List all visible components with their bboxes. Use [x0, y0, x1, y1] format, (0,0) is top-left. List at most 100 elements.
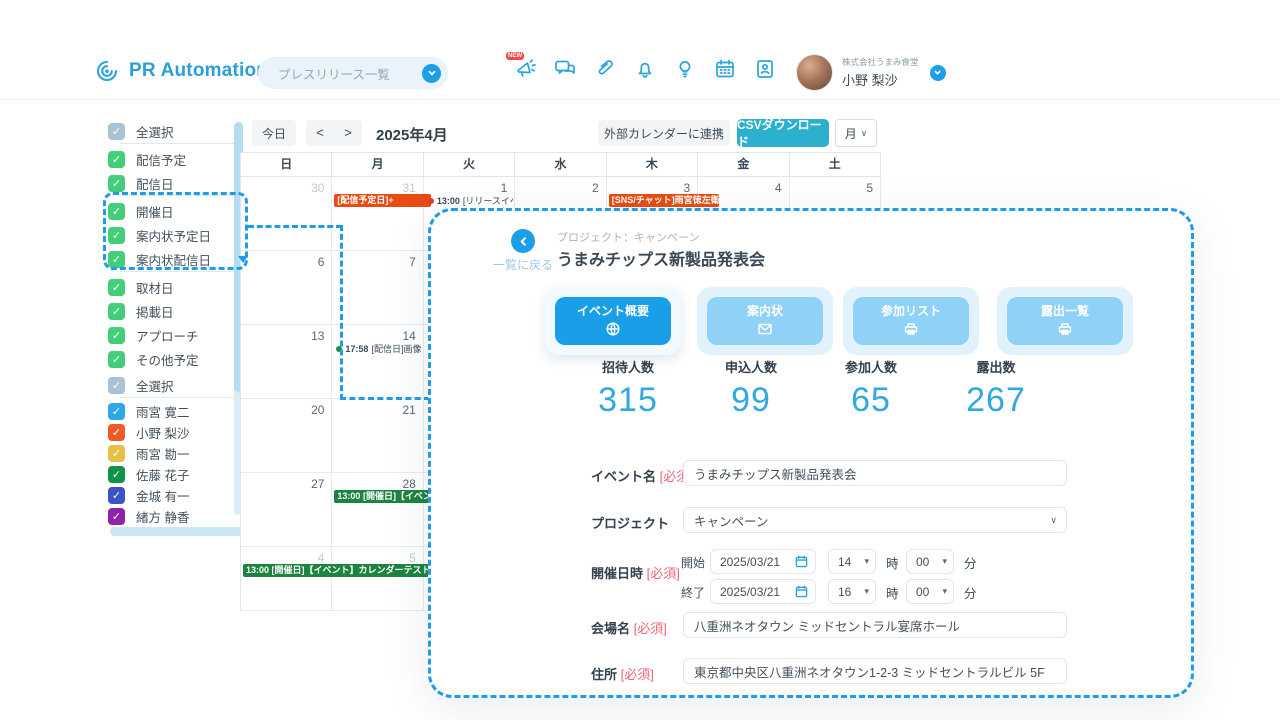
- sidebar-item-member[interactable]: ✓緒方 静香: [108, 507, 189, 526]
- checkbox-checked-icon[interactable]: ✓: [108, 466, 125, 483]
- contacts-icon[interactable]: [752, 56, 778, 82]
- start-date-input[interactable]: 2025/03/21: [710, 549, 816, 574]
- calendar-event-bar[interactable]: 13:00 [開催日]【イベント】カ: [334, 490, 430, 503]
- external-calendar-button[interactable]: 外部カレンダーに連携: [598, 120, 730, 146]
- sidebar-horizontal-scrollbar[interactable]: [110, 527, 243, 536]
- checkbox-checked-icon[interactable]: ✓: [108, 327, 125, 344]
- tab-3[interactable]: 参加リスト: [843, 287, 979, 355]
- tab-button[interactable]: 参加リスト: [853, 297, 969, 345]
- user-chevron-down-icon[interactable]: [930, 65, 946, 81]
- checkbox-checked-icon[interactable]: ✓: [108, 151, 125, 168]
- calendar-icon[interactable]: [712, 56, 738, 82]
- calendar-day-cell[interactable]: 5: [332, 547, 423, 611]
- end-minute-select[interactable]: 00▾: [906, 579, 954, 604]
- checkbox-checked-icon[interactable]: ✓: [108, 303, 125, 320]
- calendar-day-cell[interactable]: 27: [241, 473, 332, 547]
- end-hour-select[interactable]: 16▾: [828, 579, 876, 604]
- tab-button[interactable]: 案内状: [707, 297, 823, 345]
- event-detail-modal: 一覧に戻る プロジェクト：キャンペーン うまみチップス新製品発表会 イベント概要…: [428, 208, 1194, 698]
- sidebar-item-label: 配信日: [136, 174, 174, 193]
- sidebar-item-member[interactable]: ✓雨宮 寛二: [108, 402, 189, 421]
- address-label: 住所 [必須]: [591, 664, 654, 683]
- calendar-day-cell[interactable]: 413:00 [開催日]【イベント】カレンダーテスト: [241, 547, 332, 611]
- calendar-day-cell[interactable]: 20: [241, 399, 332, 473]
- sidebar-item-member[interactable]: ✓ 佐藤 花子: [108, 465, 189, 484]
- calendar-day-cell[interactable]: 31[配信予定日]+: [332, 177, 423, 251]
- calendar-event-bar[interactable]: [SNS/チャット]雨宮徳左衛門: [609, 194, 719, 207]
- checkbox-checked-icon[interactable]: ✓: [108, 123, 125, 140]
- calendar-event-dot[interactable]: 17:58[配信日]画像サイズテ: [336, 342, 421, 355]
- project-select[interactable]: キャンペーン ∨: [683, 507, 1067, 533]
- checkbox-checked-icon[interactable]: ✓: [108, 445, 125, 462]
- csv-download-button[interactable]: CSVダウンロード: [737, 119, 829, 147]
- checkbox-checked-icon[interactable]: ✓: [108, 251, 125, 268]
- tab-2[interactable]: 案内状: [697, 287, 833, 355]
- sidebar-item-member[interactable]: ✓金城 有一: [108, 486, 189, 505]
- user-profile[interactable]: 株式会社うまみ食堂 小野 梨沙: [796, 54, 946, 91]
- checkbox-checked-icon[interactable]: ✓: [108, 175, 125, 192]
- event-dot-icon: [428, 198, 434, 204]
- next-month-button[interactable]: >: [334, 120, 362, 146]
- prev-month-button[interactable]: <: [306, 120, 334, 146]
- sidebar-item-filter[interactable]: ✓その他予定: [108, 350, 199, 369]
- lightbulb-icon[interactable]: [672, 56, 698, 82]
- start-hour-select[interactable]: 14▾: [828, 549, 876, 574]
- back-button[interactable]: [511, 229, 535, 253]
- tab-button[interactable]: 露出一覧: [1007, 297, 1123, 345]
- calendar-day-cell[interactable]: 2813:00 [開催日]【イベント】カ: [332, 473, 423, 547]
- sidebar-item-member[interactable]: ✓小野 梨沙: [108, 423, 189, 442]
- end-date-input[interactable]: 2025/03/21: [710, 579, 816, 604]
- checkbox-checked-icon[interactable]: ✓: [108, 351, 125, 368]
- venue-input[interactable]: [683, 612, 1067, 638]
- sidebar-item-filter[interactable]: ✓ 配信日: [108, 174, 174, 193]
- chat-icon[interactable]: [552, 56, 578, 82]
- checkbox-checked-icon[interactable]: ✓: [108, 203, 125, 220]
- calendar-day-cell[interactable]: 21: [332, 399, 423, 473]
- tab-button[interactable]: イベント概要: [555, 297, 671, 345]
- checkbox-checked-icon[interactable]: ✓: [108, 227, 125, 244]
- modal-event-title: うまみチップス新製品発表会: [557, 246, 765, 270]
- sidebar-item-filter[interactable]: ✓案内状予定日: [108, 226, 211, 245]
- globe-icon: [605, 321, 621, 340]
- calendar-day-cell[interactable]: 6: [241, 251, 332, 325]
- calendar-day-cell[interactable]: 1417:58[配信日]画像サイズテ: [332, 325, 423, 399]
- press-release-dropdown[interactable]: プレスリリース一覧: [258, 57, 448, 89]
- calendar-event-bar[interactable]: [配信予定日]+: [334, 194, 430, 207]
- envelope-icon: [757, 321, 773, 340]
- checkbox-checked-icon[interactable]: ✓: [108, 279, 125, 296]
- tab-active-1[interactable]: イベント概要: [545, 287, 681, 355]
- calendar-view-select[interactable]: 月 ∨: [835, 119, 877, 147]
- event-name-input[interactable]: [683, 460, 1067, 486]
- sidebar-item-filter[interactable]: ✓取材日: [108, 278, 174, 297]
- sidebar-item-filter[interactable]: ✓配信予定: [108, 150, 186, 169]
- checkbox-checked-icon[interactable]: ✓: [108, 424, 125, 441]
- address-input[interactable]: [683, 658, 1067, 684]
- today-button[interactable]: 今日: [252, 120, 296, 146]
- sidebar-item-filter[interactable]: ✓開催日: [108, 202, 174, 221]
- sidebar-item-filter[interactable]: ✓案内状配信日: [108, 250, 211, 269]
- calendar-day-cell[interactable]: 30: [241, 177, 332, 251]
- sidebar-select-all[interactable]: ✓全選択: [108, 122, 174, 141]
- back-to-list-label[interactable]: 一覧に戻る: [483, 256, 563, 273]
- sidebar-item-member[interactable]: ✓雨宮 勘一: [108, 444, 189, 463]
- checkbox-checked-icon[interactable]: ✓: [108, 403, 125, 420]
- calendar-day-cell[interactable]: 13: [241, 325, 332, 399]
- checkbox-checked-icon[interactable]: ✓: [108, 487, 125, 504]
- calendar-event-dot[interactable]: 13:00[リリースイベント内|: [428, 194, 513, 207]
- calendar-day-cell[interactable]: 7: [332, 251, 423, 325]
- sidebar-item-label: 全選択: [136, 376, 174, 395]
- app-title: PR Automation: [129, 60, 268, 82]
- project-label: プロジェクト: [591, 513, 669, 532]
- paperclip-icon[interactable]: [592, 56, 618, 82]
- sidebar-select-all-members[interactable]: ✓ 全選択: [108, 376, 174, 395]
- megaphone-icon[interactable]: NEW: [512, 56, 538, 82]
- calendar-event-bar[interactable]: 13:00 [開催日]【イベント】カレンダーテスト: [243, 564, 430, 577]
- bell-icon[interactable]: [632, 56, 658, 82]
- tab-4[interactable]: 露出一覧: [997, 287, 1133, 355]
- checkbox-checked-icon[interactable]: ✓: [108, 508, 125, 525]
- start-minute-select[interactable]: 00▾: [906, 549, 954, 574]
- sidebar-item-filter[interactable]: ✓アプローチ: [108, 326, 199, 345]
- sidebar-item-filter[interactable]: ✓掲載日: [108, 302, 174, 321]
- sidebar-item-label: 佐藤 花子: [136, 465, 189, 484]
- checkbox-checked-icon[interactable]: ✓: [108, 377, 125, 394]
